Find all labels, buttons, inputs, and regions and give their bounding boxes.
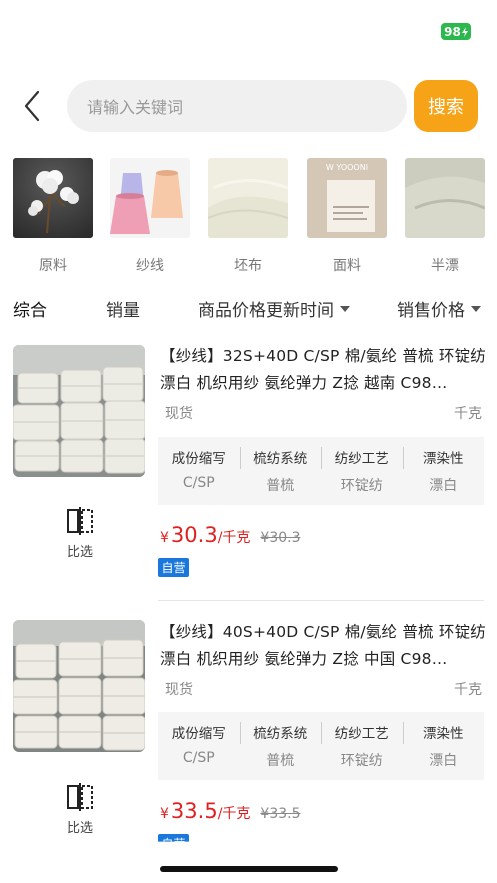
search-button[interactable]: 搜索 [414,80,478,132]
category-greige[interactable]: 坯布 [208,158,288,275]
spec-header: 梳纺系统 [253,451,308,467]
price-value: 33.5 [170,799,218,823]
spec-value: 环锭纺 [340,753,383,769]
unit-label: 千克 [454,406,482,422]
search-placeholder: 请输入关键词 [87,98,184,117]
category-label: 半漂 [431,258,459,274]
spec-header: 漂染性 [423,451,464,467]
old-price: ¥30.3 [260,530,301,546]
spec-value: C/SP [182,750,215,766]
sort-tab-label: 销售价格 [397,301,465,321]
price-unit: /千克 [217,806,251,822]
spec-value: 漂白 [429,753,458,769]
sort-tab-label: 综合 [13,301,47,321]
category-label: 纱线 [136,258,164,274]
bottom-clip: 自营 [0,834,497,883]
spec-header: 纺纱工艺 [334,451,389,467]
sort-tab-label: 销量 [106,301,140,321]
spec-header: 梳纺系统 [253,726,308,742]
price: ¥ 33.5 /千克 ¥33.5 [160,799,301,823]
category-fabric[interactable]: W YOOONI 面料 [307,158,387,275]
compare-icon [67,507,93,535]
price: ¥ 30.3 /千克 ¥30.3 [160,523,301,547]
spec-value: 普梳 [266,753,295,769]
old-price: ¥33.5 [260,806,301,822]
category-label: 面料 [333,258,361,274]
spec-header: 成份缩写 [171,726,226,742]
spec-value: 普梳 [266,478,295,494]
spec-value: 环锭纺 [340,478,383,494]
sort-tab-overall[interactable]: 综合 [13,296,47,321]
greige-cloth-image [208,158,288,238]
sort-tab-sales[interactable]: 销量 [106,296,140,321]
category-yarn[interactable]: 纱线 [110,158,190,275]
spec-column: 梳纺系统 普梳 [239,437,322,505]
unit-label: 千克 [454,682,482,698]
spec-value: C/SP [182,475,215,491]
self-operated-badge: 自营 [158,834,189,842]
stock-status: 现货 [165,682,193,698]
spec-column: 纺纱工艺 环锭纺 [321,437,403,505]
caret-down-icon [471,305,481,312]
currency-symbol: ¥ [160,806,169,822]
spec-column: 纺纱工艺 环锭纺 [321,712,403,780]
spec-header: 成份缩写 [171,451,226,467]
stock-status: 现货 [165,406,193,422]
home-indicator[interactable] [160,866,338,872]
spec-header: 纺纱工艺 [334,726,389,742]
product-title[interactable]: 【纱线】40S+40D C/SP 棉/氨纶 普梳 环锭纺 漂白 机织用纱 氨纶弹… [160,619,486,673]
spec-table: 成份缩写 C/SP 梳纺系统普梳 纺纱工艺环锭纺 漂染性漂白 [158,712,484,780]
spec-column: 梳纺系统 普梳 [239,712,322,780]
semi-bleached-image [405,158,485,238]
charging-bolt-icon [461,26,468,37]
category-semi-bleached[interactable]: 半漂 [405,158,485,275]
divider [158,600,484,601]
compare-button[interactable]: 比选 [58,507,102,560]
fabric-brand-text: W YOOONI [326,163,368,172]
caret-down-icon [340,305,350,312]
spec-table: 成份缩写 C/SP 梳纺系统普梳 纺纱工艺环锭纺 漂染性漂白 [158,437,484,505]
product-image[interactable] [13,345,145,477]
self-operated-badge: 自营 [158,558,189,577]
product-image[interactable] [13,620,145,752]
compare-label: 比选 [66,545,93,560]
compare-icon [67,783,93,811]
spec-column: 漂染性 漂白 [402,437,485,505]
sort-tab-price-updated[interactable]: 商品价格更新时间 [198,296,350,321]
spec-column: 成份缩写 C/SP [158,437,240,505]
spec-header: 漂染性 [423,726,464,742]
spec-column: 成份缩写 C/SP [158,712,240,780]
category-raw-material[interactable]: 原料 [13,158,93,275]
battery-indicator: 98 [441,23,471,40]
compare-button[interactable]: 比选 [58,783,102,836]
search-input[interactable]: 请输入关键词 [67,80,407,132]
price-value: 30.3 [170,523,218,547]
sort-tab-label: 商品价格更新时间 [198,301,334,321]
cotton-image [13,158,93,238]
spec-value: 漂白 [429,478,458,494]
back-arrow-icon[interactable] [18,88,48,124]
price-unit: /千克 [217,530,251,546]
category-label: 原料 [39,258,67,274]
yarn-image [110,158,190,238]
product-title[interactable]: 【纱线】32S+40D C/SP 棉/氨纶 普梳 环锭纺 漂白 机织用纱 氨纶弹… [160,343,486,397]
battery-level: 98 [444,24,461,39]
category-label: 坯布 [234,258,262,274]
fabric-image: W YOOONI [307,158,387,238]
currency-symbol: ¥ [160,530,169,546]
spec-column: 漂染性 漂白 [402,712,485,780]
sort-tab-sale-price[interactable]: 销售价格 [397,296,481,321]
